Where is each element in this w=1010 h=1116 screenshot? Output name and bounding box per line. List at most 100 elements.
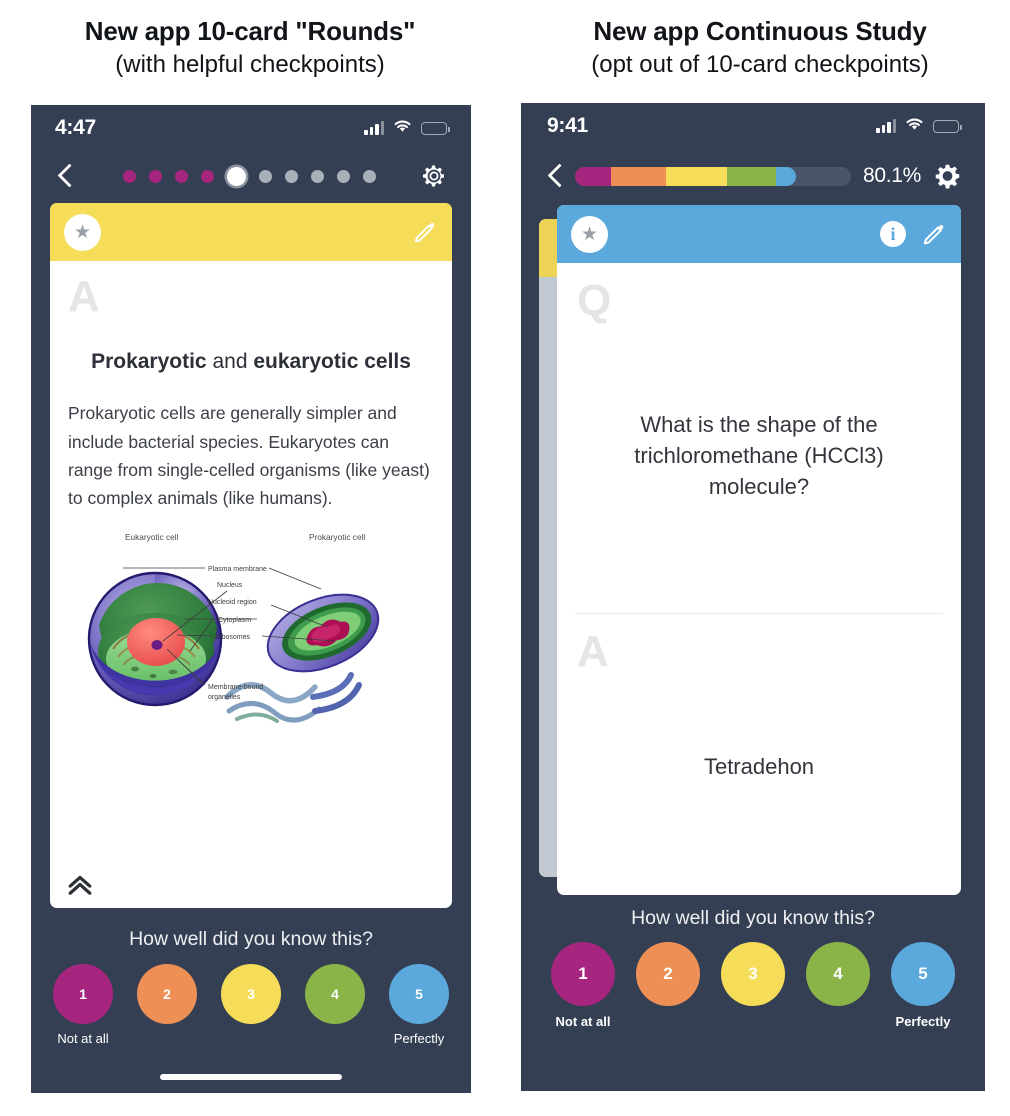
- battery-icon: [933, 119, 962, 133]
- card-body-text: Prokaryotic cells are generally simpler …: [68, 403, 430, 509]
- svg-text:Plasma membrane: Plasma membrane: [208, 566, 267, 573]
- round-dot[interactable]: [258, 169, 272, 183]
- progress-segment-3: [666, 166, 727, 186]
- double-chevron-up-icon[interactable]: [67, 874, 93, 896]
- card-header-actions: [412, 219, 438, 245]
- cellular-signal-icon: [364, 121, 384, 135]
- left-heading-subtitle: (with helpful checkpoints): [115, 51, 385, 78]
- round-dot-current[interactable]: [226, 166, 246, 186]
- flashcard-question-and-answer[interactable]: ★ i Q What is the shape of the trichloro…: [557, 205, 961, 895]
- rating-value[interactable]: 5: [389, 964, 449, 1024]
- mastery-percent-label: 80.1%: [862, 164, 921, 187]
- card-header-actions: i: [880, 221, 947, 247]
- rating-value[interactable]: 5: [891, 942, 955, 1006]
- question-text: What is the shape of the trichloromethan…: [634, 412, 884, 500]
- rating-option-3[interactable]: 3 .: [221, 964, 281, 1046]
- gear-icon[interactable]: [419, 161, 449, 191]
- left-heading-title: New app 10-card "Rounds": [84, 16, 416, 46]
- chevron-left-icon[interactable]: [543, 163, 569, 189]
- rating-value[interactable]: 3: [221, 964, 281, 1024]
- rating-value[interactable]: 1: [551, 942, 615, 1006]
- svg-text:Eukaryotic cell: Eukaryotic cell: [125, 532, 179, 542]
- question-side-marker: Q: [577, 276, 611, 325]
- rating-caption-high: Perfectly: [393, 1031, 445, 1046]
- mastery-progress[interactable]: 80.1%: [575, 164, 921, 188]
- rating-option-4[interactable]: 4 .: [806, 942, 870, 1029]
- battery-icon: [421, 121, 450, 135]
- answer-side-marker: A: [577, 627, 609, 676]
- card-header: ★: [50, 203, 452, 261]
- answer-section: A Tetradehon: [557, 614, 961, 895]
- status-bar: 9:41: [521, 103, 985, 149]
- round-dot[interactable]: [284, 169, 298, 183]
- round-dot[interactable]: [174, 169, 188, 183]
- rating-option-1[interactable]: 1 Not at all: [551, 942, 615, 1029]
- round-dot[interactable]: [362, 169, 376, 183]
- chevron-left-icon[interactable]: [53, 163, 79, 189]
- navigation-bar: [31, 151, 471, 203]
- rating-value[interactable]: 4: [305, 964, 365, 1024]
- pencil-icon[interactable]: [412, 219, 438, 245]
- rating-option-5[interactable]: 5 Perfectly: [891, 942, 955, 1029]
- rating-value[interactable]: 2: [137, 964, 197, 1024]
- card-title: Prokaryotic and eukaryotic cells: [72, 349, 430, 375]
- info-icon[interactable]: i: [880, 221, 906, 247]
- svg-text:Cytoplasm: Cytoplasm: [218, 617, 251, 624]
- status-clock: 4:47: [55, 116, 96, 139]
- gear-icon[interactable]: [933, 161, 963, 191]
- right-column-heading: New app Continuous Study (opt out of 10-…: [520, 16, 1000, 79]
- svg-text:Prokaryotic cell: Prokaryotic cell: [309, 532, 365, 542]
- question-section: Q What is the shape of the trichlorometh…: [557, 263, 961, 613]
- rating-value[interactable]: 4: [806, 942, 870, 1006]
- svg-text:Membrane-bound: Membrane-bound: [208, 684, 263, 691]
- svg-text:Nucleus: Nucleus: [217, 582, 243, 589]
- progress-segment-4: [726, 166, 777, 186]
- right-heading-title: New app Continuous Study: [593, 16, 927, 46]
- phone-screen-rounds: 4:47 ★ A Prokaryotic and eukaryotic cell…: [31, 105, 471, 1093]
- rating-value[interactable]: 1: [53, 964, 113, 1024]
- round-dot[interactable]: [200, 169, 214, 183]
- star-icon[interactable]: ★: [571, 215, 608, 253]
- left-column-heading: New app 10-card "Rounds" (with helpful c…: [10, 16, 490, 79]
- rating-value[interactable]: 3: [721, 942, 785, 1006]
- rating-option-2[interactable]: 2 .: [137, 964, 197, 1046]
- card-title-plain: and: [206, 350, 254, 373]
- card-title-bold-2: eukaryotic cells: [253, 350, 411, 373]
- answer-side-marker: A: [68, 272, 100, 321]
- card-body: A Prokaryotic and eukaryotic cells Proka…: [50, 261, 452, 908]
- round-dot[interactable]: [336, 169, 350, 183]
- rating-option-2[interactable]: 2 .: [636, 942, 700, 1029]
- progress-segment-1: [575, 166, 611, 186]
- rating-option-1[interactable]: 1 Not at all: [53, 964, 113, 1046]
- rating-option-5[interactable]: 5 Perfectly: [389, 964, 449, 1046]
- home-indicator: [160, 1074, 342, 1080]
- rating-question: How well did you know this?: [631, 907, 875, 929]
- navigation-bar: 80.1%: [521, 149, 985, 205]
- rating-option-3[interactable]: 3 .: [721, 942, 785, 1029]
- card-title-bold-1: Prokaryotic: [91, 350, 207, 373]
- round-dot[interactable]: [122, 169, 136, 183]
- rating-buttons: 1 Not at all 2 . 3 . 4 . 5 Perfectly: [551, 942, 955, 1029]
- status-bar: 4:47: [31, 105, 471, 151]
- flashcard-answer-side[interactable]: ★ A Prokaryotic and eukaryotic cells Pro…: [50, 203, 452, 908]
- star-icon[interactable]: ★: [64, 213, 101, 251]
- svg-text:organelles: organelles: [208, 694, 241, 701]
- card-body: Q What is the shape of the trichlorometh…: [557, 263, 961, 895]
- cell-comparison-diagram: Eukaryotic cell Prokaryotic cell Plasma …: [77, 529, 425, 744]
- phone-screen-continuous-study: 9:41 80.1% ★ i Q What is the shape of th…: [521, 103, 985, 1091]
- rating-caption-low: Not at all: [57, 1031, 109, 1046]
- rating-value[interactable]: 2: [636, 942, 700, 1006]
- answer-text: Tetradehon: [703, 754, 815, 779]
- mastery-progress-bar[interactable]: [575, 166, 851, 186]
- round-dot[interactable]: [148, 169, 162, 183]
- svg-text:Ribosomes: Ribosomes: [215, 634, 251, 641]
- rating-section: How well did you know this? 1 Not at all…: [521, 895, 985, 1029]
- card-stack: ★ i Q What is the shape of the trichloro…: [539, 205, 961, 895]
- card-header: ★ i: [557, 205, 961, 263]
- round-dot[interactable]: [310, 169, 324, 183]
- wifi-icon: [905, 117, 924, 136]
- pencil-icon[interactable]: [921, 221, 947, 247]
- rating-option-4[interactable]: 4 .: [305, 964, 365, 1046]
- rating-question: How well did you know this?: [129, 928, 373, 950]
- right-heading-subtitle: (opt out of 10-card checkpoints): [591, 51, 929, 78]
